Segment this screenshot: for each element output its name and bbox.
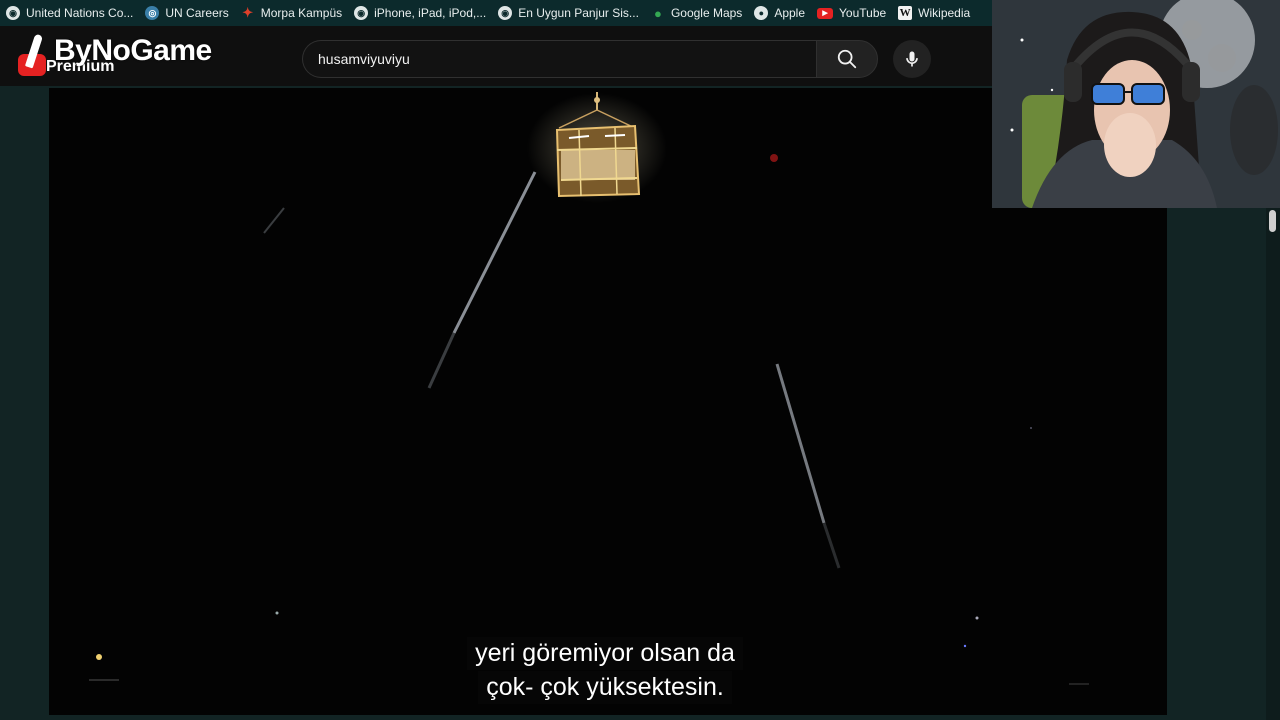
scrollbar-thumb[interactable] — [1269, 210, 1276, 232]
bookmark-label: United Nations Co... — [26, 6, 134, 20]
bookmark-google-maps[interactable]: ● Google Maps — [649, 0, 752, 26]
search-box — [302, 40, 878, 78]
subtitle-line-2: çok- çok yüksektesin. — [478, 671, 732, 704]
bookmark-label: iPhone, iPad, iPod,... — [374, 6, 487, 20]
un-logo-icon: ◎ — [145, 6, 160, 20]
bookmark-label: Wikipedia — [918, 6, 971, 20]
search-icon — [837, 49, 857, 69]
bookmark-label: En Uygun Panjur Sis... — [518, 6, 639, 20]
app-header: Premium ByNoGame — [0, 26, 992, 86]
logo-title: ByNoGame — [54, 34, 212, 67]
subtitle-line-1: yeri göremiyor olsan da — [467, 637, 743, 670]
wikipedia-logo-icon: W — [898, 6, 913, 20]
logo[interactable]: Premium ByNoGame — [16, 26, 212, 86]
globe-icon: ◉ — [354, 6, 369, 20]
bookmark-panjur[interactable]: ◉ En Uygun Panjur Sis... — [496, 0, 649, 26]
bookmarks-bar: ◉ United Nations Co... ◎ UN Careers ✦ Mo… — [0, 0, 992, 26]
search-button[interactable] — [816, 40, 878, 78]
bookmark-label: Google Maps — [670, 6, 743, 20]
globe-icon: ◉ — [6, 6, 20, 20]
feather-logo-icon — [16, 33, 50, 78]
youtube-logo-icon: ▶ — [817, 7, 834, 19]
bookmark-un-careers[interactable]: ◎ UN Careers — [143, 0, 238, 26]
globe-icon: ◉ — [498, 6, 513, 20]
page-background — [1167, 208, 1267, 720]
morpa-logo-icon: ✦ — [242, 5, 254, 20]
map-pin-icon: ● — [654, 5, 662, 21]
bookmark-iphone-ipad[interactable]: ◉ iPhone, iPad, iPod,... — [352, 0, 496, 26]
bookmark-label: Morpa Kampüs — [260, 6, 343, 20]
bookmark-label: Apple — [774, 6, 806, 20]
voice-search-button[interactable] — [893, 40, 931, 78]
bookmark-wikipedia[interactable]: W Wikipedia — [896, 0, 980, 26]
page-scrollbar[interactable] — [1266, 208, 1280, 720]
bookmark-morpa-kampus[interactable]: ✦ Morpa Kampüs — [239, 0, 352, 26]
screen: ◉ United Nations Co... ◎ UN Careers ✦ Mo… — [0, 0, 1280, 720]
bookmark-apple[interactable]: ● Apple — [752, 0, 815, 26]
bookmark-label: UN Careers — [165, 6, 229, 20]
apple-logo-icon: ● — [754, 6, 769, 20]
webcam-overlay — [992, 0, 1280, 208]
bookmark-united-nations[interactable]: ◉ United Nations Co... — [4, 0, 143, 26]
bookmark-label: YouTube — [839, 6, 887, 20]
subtitle-box: yeri göremiyor olsan da çok- çok yüksekt… — [450, 637, 760, 705]
bookmark-youtube[interactable]: ▶ YouTube — [815, 0, 896, 26]
search-input[interactable] — [302, 40, 816, 78]
webcam-feed — [992, 0, 1280, 208]
microphone-icon — [906, 51, 918, 67]
